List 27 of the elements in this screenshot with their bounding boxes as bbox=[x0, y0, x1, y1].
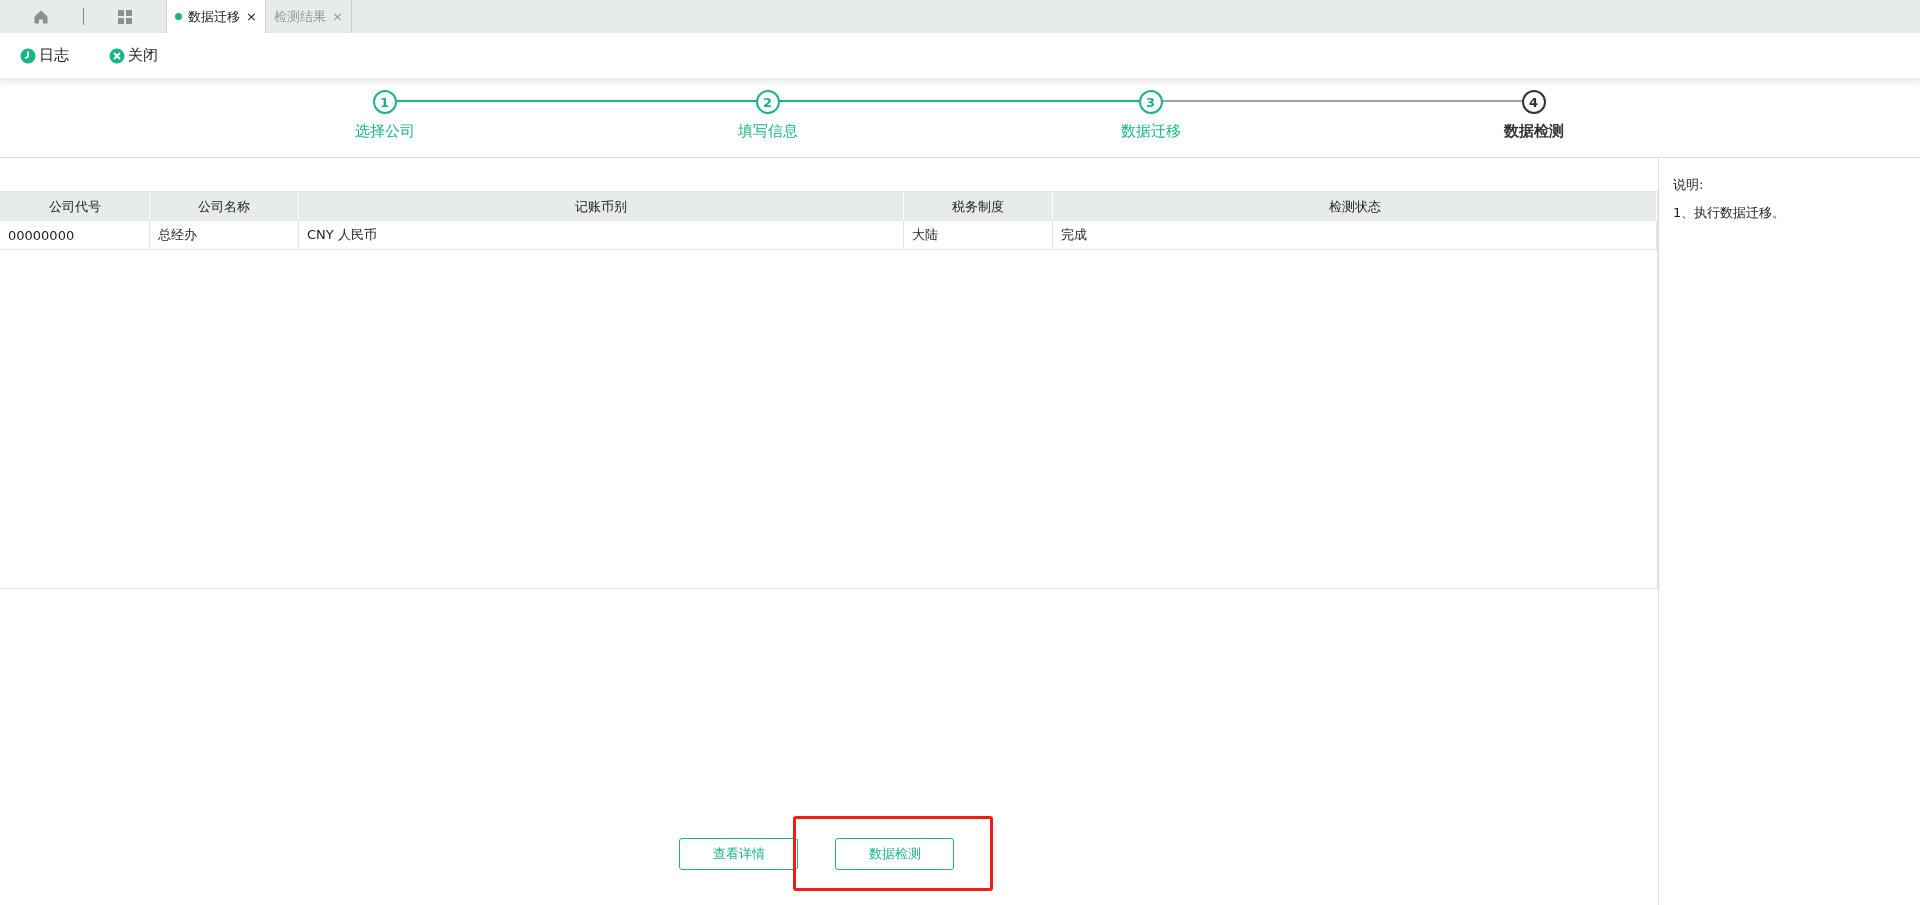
home-icon[interactable] bbox=[33, 8, 49, 25]
table-cell: 大陆 bbox=[904, 221, 1053, 250]
table-cell: 总经办 bbox=[150, 221, 299, 250]
step-number: 3 bbox=[1138, 90, 1163, 114]
column-header: 公司代号 bbox=[0, 192, 150, 221]
toolbar-button[interactable]: 日志 bbox=[20, 46, 69, 65]
step-label: 选择公司 bbox=[354, 122, 415, 141]
column-header: 检测状态 bbox=[1053, 192, 1657, 221]
step-number: 4 bbox=[1521, 90, 1546, 114]
step-label: 填写信息 bbox=[737, 122, 798, 141]
grid-icon[interactable] bbox=[117, 8, 133, 25]
column-header: 公司名称 bbox=[150, 192, 299, 221]
step-label: 数据迁移 bbox=[1120, 122, 1181, 141]
close-icon bbox=[109, 47, 125, 64]
column-header: 税务制度 bbox=[904, 192, 1053, 221]
table-cell: 00000000 bbox=[0, 221, 150, 250]
clock-icon bbox=[20, 47, 36, 64]
notes-title: 说明: bbox=[1673, 176, 1705, 194]
step-number: 2 bbox=[755, 90, 780, 114]
notes-text: 1、执行数据迁移。 bbox=[1673, 204, 1787, 222]
table-cell: CNY 人民币 bbox=[299, 221, 904, 250]
step-number: 1 bbox=[372, 90, 397, 114]
table-cell: 完成 bbox=[1053, 221, 1657, 250]
column-header: 记账币别 bbox=[299, 192, 904, 221]
toolbar-button[interactable]: 关闭 bbox=[109, 46, 158, 65]
step-label: 数据检测 bbox=[1503, 122, 1564, 141]
tab[interactable]: 数据迁移 × bbox=[166, 0, 266, 33]
